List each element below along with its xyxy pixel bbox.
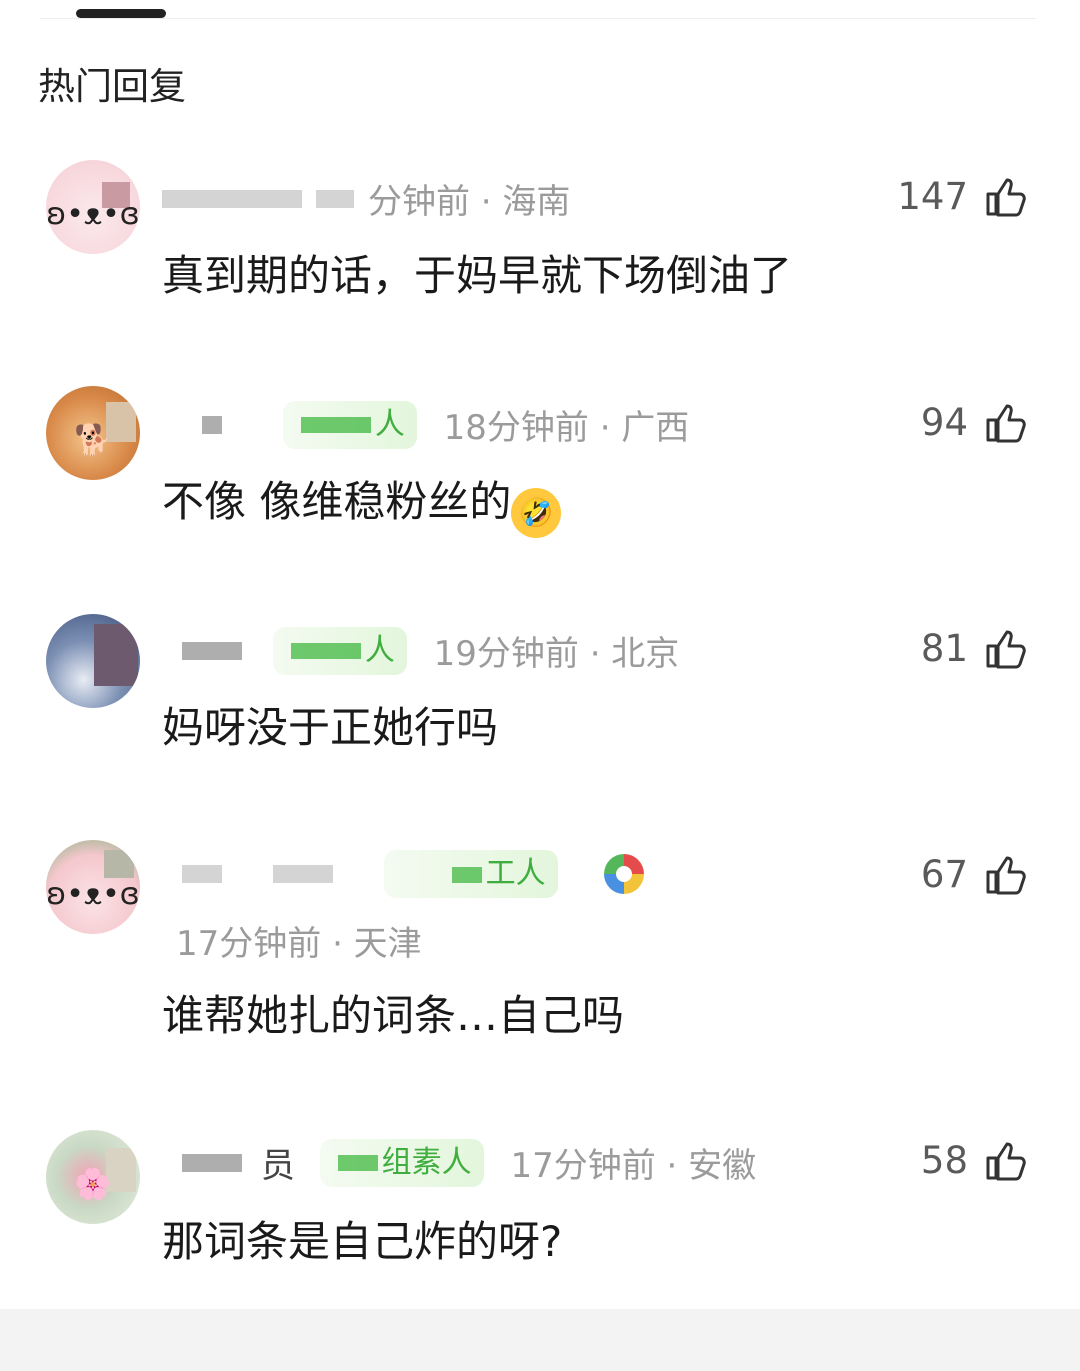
dog-face-icon: 🐕 bbox=[74, 422, 112, 458]
comment-meta: 人 19分钟前 · 北京 bbox=[162, 626, 680, 675]
comment-time-location: 分钟前 · 海南 bbox=[368, 182, 571, 222]
comment-text: 那词条是自己炸的呀? bbox=[162, 1217, 563, 1266]
comment-time-location: 17分钟前 · 天津 bbox=[176, 924, 422, 964]
thumbs-up-icon bbox=[986, 630, 1026, 669]
thumbs-up-icon bbox=[986, 404, 1026, 443]
like-button[interactable]: 147 bbox=[897, 172, 1030, 220]
flower-icon: 🌸 bbox=[74, 1166, 112, 1202]
thumbs-up-icon bbox=[986, 856, 1026, 895]
bunny-face-icon: ʚ•ᴥ•ɞ bbox=[46, 196, 140, 232]
like-count: 94 bbox=[920, 400, 968, 444]
comment-text: 谁帮她扎的词条…自己吗 bbox=[162, 991, 625, 1040]
comment-time-location: 17分钟前 · 安徽 bbox=[510, 1146, 757, 1186]
user-badge: 组素人 bbox=[319, 1138, 484, 1187]
like-count: 81 bbox=[920, 626, 968, 670]
section-title: 热门回复 bbox=[38, 65, 186, 108]
user-badge: 工人 bbox=[383, 850, 558, 898]
comment-time-location: 19分钟前 · 北京 bbox=[433, 634, 680, 674]
like-count: 67 bbox=[920, 852, 968, 896]
cartoon-bunny-avatar[interactable]: ʚ•ᴥ•ɞ bbox=[46, 160, 140, 254]
like-button[interactable]: 81 bbox=[921, 624, 1030, 672]
comment-text: 不像 像维稳粉丝的 🤣 bbox=[162, 468, 562, 538]
comment-meta: 分钟前 · 海南 bbox=[162, 174, 570, 222]
comment-meta: 工人 bbox=[162, 850, 645, 898]
like-count: 147 bbox=[897, 174, 968, 218]
like-button[interactable]: 58 bbox=[921, 1136, 1030, 1184]
comment-time-location: 18分钟前 · 广西 bbox=[443, 408, 690, 448]
comment-text: 妈呀没于正她行吗 bbox=[162, 703, 499, 752]
comment-text: 真到期的话，于妈早就下场倒油了 bbox=[162, 251, 793, 300]
comment-meta: 员 组素人 17分钟前 · 安徽 bbox=[162, 1138, 757, 1187]
user-badge: 人 bbox=[282, 400, 417, 449]
watermelon-bunny-avatar[interactable]: ʚ•ᴥ•ɞ bbox=[46, 840, 140, 934]
peony-flower-avatar[interactable]: 🌸 bbox=[46, 1130, 140, 1224]
like-button[interactable]: 94 bbox=[921, 398, 1030, 446]
user-name-partial: 员 bbox=[260, 1146, 295, 1186]
bottom-bar bbox=[0, 1309, 1080, 1371]
bunny-face-icon: ʚ•ᴥ•ɞ bbox=[46, 876, 140, 912]
thumbs-up-icon bbox=[986, 1142, 1026, 1181]
user-badge: 人 bbox=[272, 626, 407, 675]
tab-indicator bbox=[76, 9, 166, 18]
night-sky-avatar[interactable] bbox=[46, 614, 140, 708]
thumbs-up-icon bbox=[986, 178, 1026, 217]
top-divider bbox=[40, 18, 1036, 19]
rolling-on-floor-laughing-emoji: 🤣 bbox=[511, 488, 562, 538]
comment-meta: 人 18分钟前 · 广西 bbox=[162, 400, 690, 449]
fluffy-dog-avatar[interactable]: 🐕 bbox=[46, 386, 140, 480]
like-button[interactable]: 67 bbox=[921, 850, 1030, 898]
like-count: 58 bbox=[920, 1138, 968, 1182]
colorful-badge-icon bbox=[604, 854, 645, 894]
